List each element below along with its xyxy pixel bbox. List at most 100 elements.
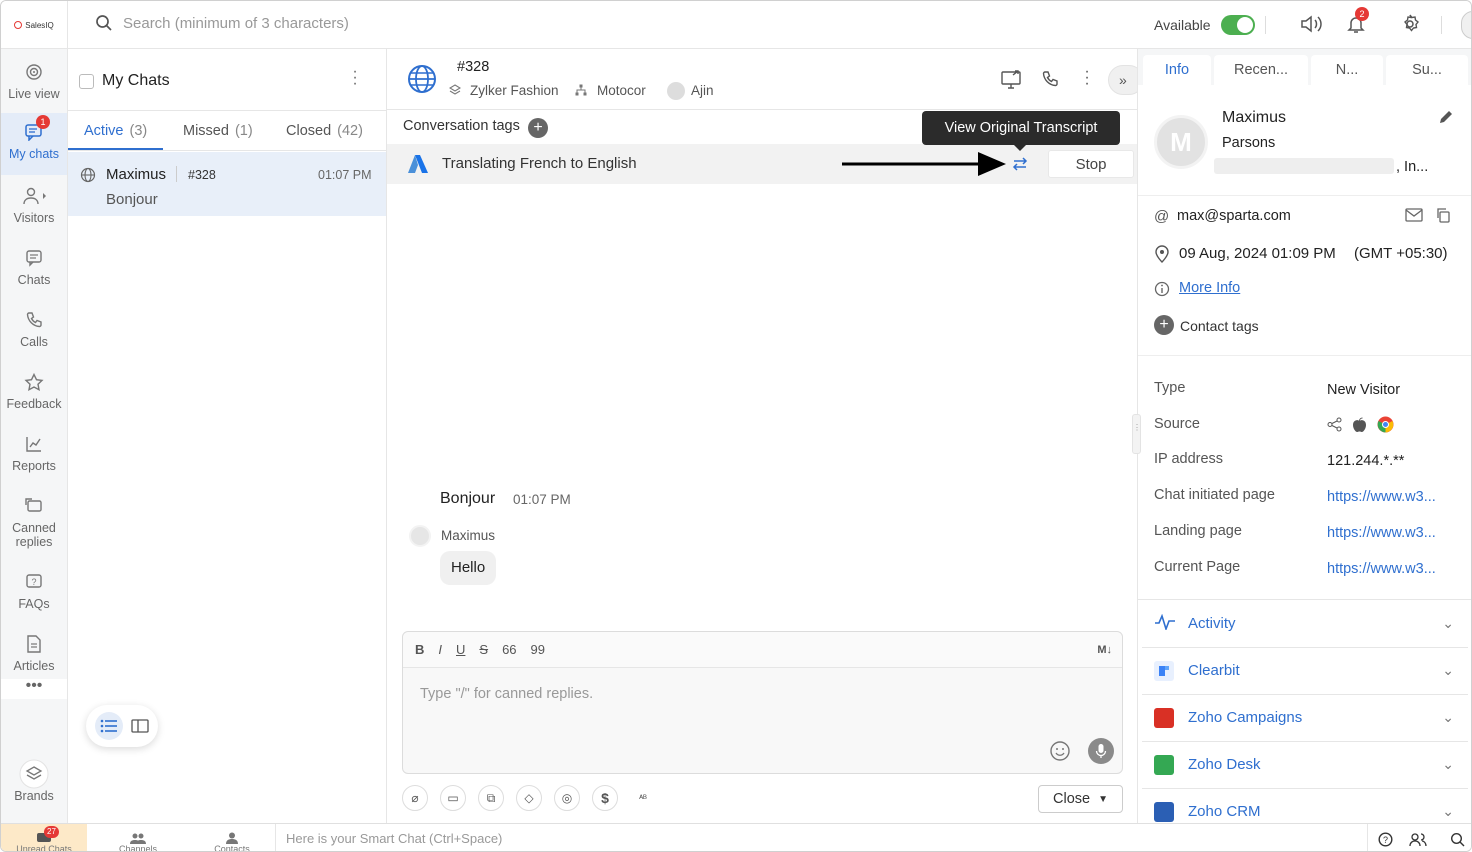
panel-resize-handle[interactable]: ⋮ — [1132, 414, 1141, 454]
tab-label: Closed — [286, 123, 332, 139]
layers-icon — [19, 759, 49, 789]
integration-label: Zoho Desk — [1188, 756, 1261, 773]
kebab-menu-icon[interactable]: · · · — [350, 64, 360, 92]
nav-faqs[interactable]: ? FAQs — [1, 563, 67, 623]
view-toggle — [86, 705, 158, 747]
canned-reply-icon — [25, 495, 43, 517]
tab-closed[interactable]: Closed (42) — [286, 123, 363, 139]
nav-canned-replies[interactable]: Canned replies — [1, 487, 67, 557]
detail-link[interactable]: https://www.w3... — [1327, 489, 1436, 505]
search-input[interactable]: Search (minimum of 3 characters) — [123, 15, 349, 32]
app-window: SalesIQ Search (minimum of 3 characters)… — [0, 0, 1472, 852]
dollar-icon[interactable]: $ — [592, 785, 618, 811]
emoji-icon[interactable] — [1049, 740, 1071, 762]
svg-text:?: ? — [1383, 835, 1388, 845]
chat-visitor-name: Maximus — [106, 166, 167, 183]
canned-reply-icon[interactable]: ⧉ — [478, 785, 504, 811]
help-icon[interactable]: ? — [1378, 832, 1393, 847]
search-bar[interactable]: Search (minimum of 3 characters) — [95, 14, 349, 32]
tab-active[interactable]: Active (3) — [84, 123, 147, 139]
add-tag-icon[interactable]: + — [528, 118, 548, 138]
markdown-toggle[interactable]: M↓ — [1097, 644, 1112, 656]
availability-toggle[interactable] — [1220, 15, 1255, 35]
mail-icon[interactable] — [1405, 208, 1423, 222]
contacts-button[interactable]: Contacts — [189, 824, 275, 852]
lightbulb-icon[interactable]: ◎ — [554, 785, 580, 811]
detail-key: Source — [1154, 416, 1200, 432]
strikethrough-button[interactable]: S — [479, 642, 488, 657]
nav-visitors[interactable]: Visitors — [1, 177, 67, 237]
paperclip-icon[interactable]: ⌀ — [402, 785, 428, 811]
tab-info[interactable]: Info — [1143, 55, 1211, 85]
composer-input[interactable]: Type "/" for canned replies. — [420, 686, 593, 702]
nav-chats[interactable]: Chats — [1, 239, 67, 299]
integration-activity[interactable]: Activity ⌄ — [1142, 600, 1468, 646]
chrome-icon — [1377, 416, 1394, 433]
integration-clearbit[interactable]: Clearbit ⌄ — [1142, 647, 1468, 693]
diamond-icon[interactable]: ◇ — [516, 785, 542, 811]
tab-count: (42) — [337, 123, 363, 139]
underline-button[interactable]: U — [456, 642, 465, 657]
italic-button[interactable]: I — [438, 642, 442, 657]
nav-feedback[interactable]: Feedback — [1, 363, 67, 423]
kebab-menu-icon[interactable]: · · · — [1083, 64, 1091, 92]
nav-articles[interactable]: Articles — [1, 625, 67, 685]
conversation-panel: #328 Zylker Fashion Motocor Ajin · · · » C… — [387, 49, 1144, 823]
profile-avatar[interactable] — [1461, 11, 1471, 39]
more-icon[interactable]: ••• — [1, 678, 67, 699]
app-logo[interactable]: SalesIQ — [1, 1, 68, 49]
view-original-transcript-icon[interactable] — [1011, 155, 1029, 173]
speaker-icon[interactable] — [1299, 14, 1325, 34]
copy-icon[interactable] — [1435, 207, 1451, 223]
message-composer: B I U S 66 99 M↓ Type "/" for canned rep… — [402, 631, 1123, 774]
unread-chats-button[interactable]: 27 Unread Chats — [1, 824, 87, 851]
detail-key: IP address — [1154, 451, 1224, 467]
inbox-icon[interactable]: ▭ — [440, 785, 466, 811]
detail-link[interactable]: https://www.w3... — [1327, 525, 1436, 541]
close-chat-button[interactable]: Close ▼ — [1038, 785, 1123, 813]
more-info-link[interactable]: More Info — [1179, 280, 1240, 296]
list-view-icon[interactable] — [95, 712, 123, 740]
stop-translation-button[interactable]: Stop — [1048, 150, 1134, 178]
nav-my-chats[interactable]: 1 My chats — [1, 113, 67, 175]
integration-zoho-crm[interactable]: Zoho CRM ⌄ — [1142, 788, 1468, 823]
phone-icon[interactable] — [1041, 70, 1059, 88]
tab-notes[interactable]: N... — [1311, 55, 1383, 85]
quote-button[interactable]: 66 — [502, 642, 516, 657]
message-time: 01:07 PM — [513, 492, 571, 507]
tab-missed[interactable]: Missed (1) — [183, 123, 253, 139]
conversation-tags-label: Conversation tags — [403, 118, 520, 134]
select-all-checkbox[interactable] — [79, 74, 94, 89]
spellcheck-icon[interactable]: ᴬᴮ — [630, 785, 656, 811]
detail-link[interactable]: https://www.w3... — [1327, 561, 1436, 577]
contacts-label: Contacts — [214, 844, 250, 852]
integration-zoho-desk[interactable]: Zoho Desk ⌄ — [1142, 741, 1468, 787]
search-icon — [96, 15, 112, 31]
channels-button[interactable]: Channels — [95, 824, 181, 851]
pencil-icon[interactable] — [1438, 109, 1454, 125]
nav-calls[interactable]: Calls — [1, 301, 67, 361]
smart-chat-input[interactable]: Here is your Smart Chat (Ctrl+Space) — [275, 824, 1368, 851]
divider — [1441, 16, 1442, 34]
tab-count: (3) — [129, 123, 148, 139]
tab-summary[interactable]: Su... — [1386, 55, 1468, 85]
microphone-icon[interactable] — [1088, 738, 1114, 764]
detail-key: Type — [1154, 380, 1186, 396]
divider — [176, 166, 177, 182]
integration-zoho-campaigns[interactable]: Zoho Campaigns ⌄ — [1142, 694, 1468, 740]
nav-brands[interactable]: Brands — [1, 755, 67, 815]
screen-share-icon[interactable] — [1001, 69, 1023, 89]
nav-reports[interactable]: Reports — [1, 425, 67, 485]
code-quote-button[interactable]: 99 — [531, 642, 545, 657]
nav-label: Visitors — [13, 211, 55, 225]
nav-live-view[interactable]: Live view — [1, 53, 67, 113]
chat-preview: Bonjour — [106, 191, 158, 208]
gear-icon[interactable] — [1399, 13, 1421, 35]
users-icon[interactable] — [1409, 832, 1427, 847]
search-icon[interactable] — [1450, 832, 1465, 847]
chat-list-item[interactable]: Maximus #328 01:07 PM Bonjour — [68, 152, 386, 216]
split-view-icon[interactable] — [131, 719, 149, 733]
bold-button[interactable]: B — [415, 642, 424, 657]
add-contact-tag-icon[interactable]: + — [1154, 315, 1174, 335]
tab-recent[interactable]: Recen... — [1214, 55, 1308, 85]
